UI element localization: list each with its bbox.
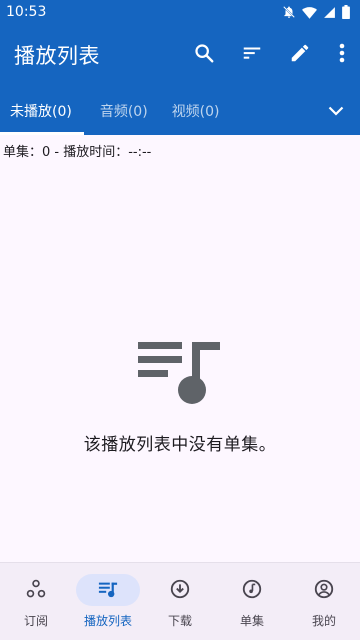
chevron-down-icon: [328, 101, 344, 120]
nav-downloads[interactable]: 下载: [144, 563, 216, 640]
app-bar: 播放列表: [0, 24, 360, 86]
tab-label: 未播放(0): [10, 103, 72, 120]
empty-state: 该播放列表中没有单集。: [0, 330, 360, 455]
bottom-navigation: 订阅 播放列表 下载 单集 我的: [0, 562, 360, 640]
download-icon: [169, 578, 191, 603]
nav-label: 我的: [311, 614, 336, 628]
sort-button[interactable]: [228, 31, 276, 79]
status-time: 10:53: [6, 4, 47, 20]
nav-icon-container: [220, 574, 284, 606]
tab-label: 视频(0): [171, 103, 220, 120]
tab-label: 音频(0): [99, 103, 148, 120]
search-button[interactable]: [180, 31, 228, 79]
music-note-icon: [241, 578, 263, 603]
nav-subscriptions[interactable]: 订阅: [0, 563, 72, 640]
nav-playlist[interactable]: 播放列表: [72, 563, 144, 640]
nav-profile[interactable]: 我的: [288, 563, 360, 640]
nav-icon-container: [148, 574, 212, 606]
nav-label: 单集: [239, 614, 264, 628]
app-bar-actions: [180, 31, 360, 79]
wifi-icon: [302, 6, 317, 19]
nav-icon-container: [76, 574, 140, 606]
status-bar: 10:53: [0, 0, 360, 24]
nav-label: 播放列表: [83, 614, 132, 628]
edit-icon: [289, 42, 311, 68]
status-icons: [282, 5, 350, 19]
nav-label: 订阅: [23, 614, 48, 628]
sort-icon: [241, 42, 263, 68]
search-icon: [193, 42, 215, 68]
nav-icon-container: [292, 574, 356, 606]
playlist-music-icon: [97, 579, 119, 602]
episode-summary: 单集：0 - 播放时间：--:--: [3, 145, 152, 160]
empty-message: 该播放列表中没有单集。: [83, 435, 277, 455]
tab-unplayed[interactable]: 未播放(0): [0, 86, 84, 135]
nav-label: 下载: [167, 614, 192, 628]
more-options-button[interactable]: [324, 31, 360, 79]
tab-video[interactable]: 视频(0): [160, 86, 232, 135]
signal-icon: [323, 6, 336, 19]
subscriptions-icon: [25, 578, 47, 603]
account-icon: [313, 578, 335, 603]
more-vert-icon: [339, 43, 345, 67]
notifications-off-icon: [282, 5, 296, 19]
expand-tabs-button[interactable]: [312, 86, 360, 135]
playlist-music-icon: [0, 330, 360, 406]
edit-button[interactable]: [276, 31, 324, 79]
tab-bar: 未播放(0) 音频(0) 视频(0): [0, 86, 360, 135]
nav-icon-container: [4, 574, 68, 606]
nav-episodes[interactable]: 单集: [216, 563, 288, 640]
tab-audio[interactable]: 音频(0): [88, 86, 160, 135]
battery-icon: [342, 5, 350, 19]
page-title: 播放列表: [14, 44, 100, 68]
